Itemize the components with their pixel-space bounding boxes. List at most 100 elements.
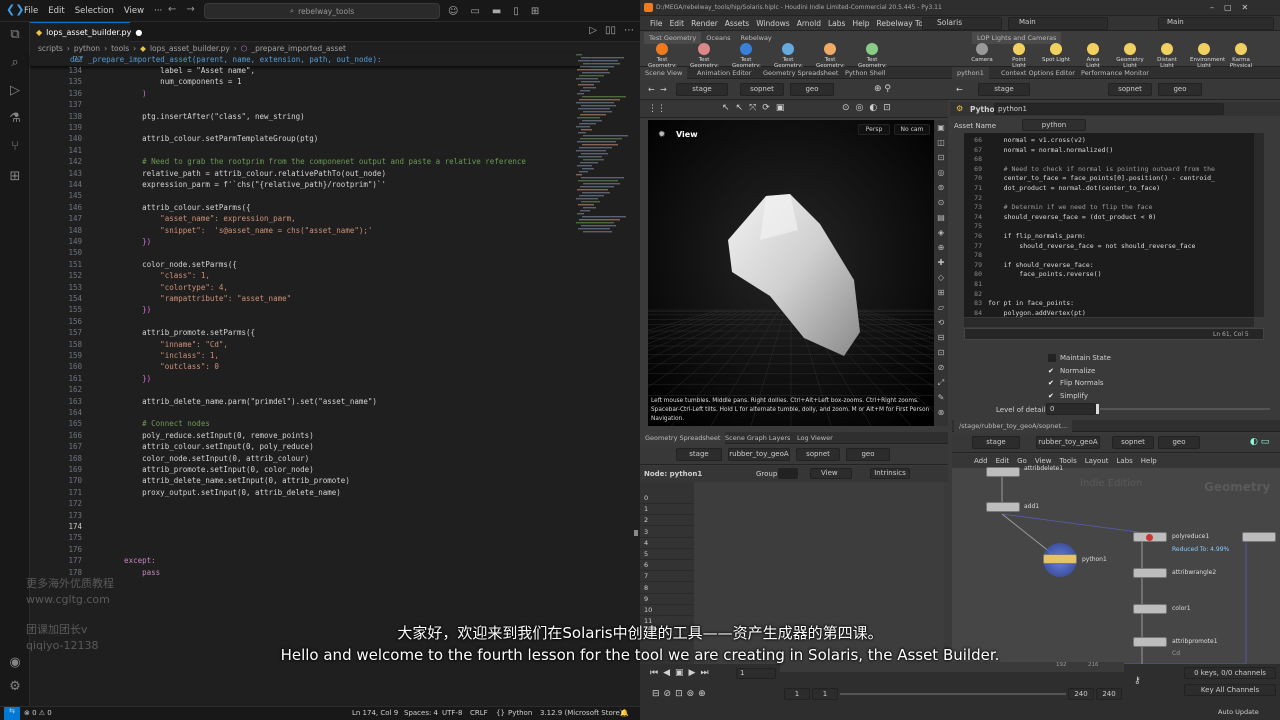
line-ending[interactable]: CRLF (470, 709, 488, 717)
keys-channels-field[interactable]: 0 keys, 0/0 channels (1184, 667, 1276, 679)
back-arrow-icon[interactable]: ← (648, 85, 655, 94)
path-geo[interactable]: geo (790, 83, 834, 96)
menu-item[interactable]: Help (852, 19, 869, 28)
code-editor[interactable]: 134 label = "Asset name", 135 num_compone… (30, 66, 590, 634)
search-icon[interactable]: ⌕ (6, 54, 24, 72)
scene-viewport[interactable]: ✹ View Persp No cam (648, 120, 934, 426)
braces-icon[interactable]: {} (496, 709, 505, 717)
sheet-row-index[interactable]: 3 (644, 528, 648, 536)
start-frame-field-2[interactable]: 1 (812, 688, 838, 700)
node-python1[interactable] (1043, 554, 1077, 564)
net-menu-item[interactable]: Edit (996, 457, 1010, 465)
command-center-search[interactable]: ⌕ rebelway_tools (204, 3, 440, 19)
tab-network-path[interactable]: /stage/rubber_toy_geoA/sopnet... (954, 420, 1073, 432)
extensions-icon[interactable]: ⊞ (6, 168, 24, 186)
explorer-icon[interactable]: ⧉ (6, 26, 24, 44)
menu-item[interactable]: Edit (670, 19, 685, 28)
tab-python1[interactable]: python1 (952, 67, 989, 79)
sheet-row-index[interactable]: 4 (644, 539, 648, 547)
node-output[interactable] (1242, 532, 1276, 542)
settings-gear-icon[interactable]: ⚙ (6, 678, 24, 696)
display-flag-icon[interactable] (1146, 534, 1153, 541)
path-sopnet[interactable]: sopnet (796, 448, 840, 461)
shelf-tool[interactable]: Area Light (1079, 43, 1107, 69)
path-geo[interactable]: geo (1158, 436, 1200, 449)
shelf-tool[interactable]: Point Light (1005, 43, 1033, 69)
path-rubber-toy[interactable]: rubber_toy_geoA (1036, 436, 1100, 449)
tab-animation-editor[interactable]: Animation Editor (692, 67, 756, 79)
menu-more[interactable]: ··· (154, 6, 162, 16)
sheet-row-index[interactable]: 10 (644, 606, 652, 614)
indentation[interactable]: Spaces: 4 (404, 709, 438, 717)
menu-file[interactable]: File (24, 6, 38, 16)
interpreter[interactable]: 3.12.9 (Microsoft Store) (540, 709, 623, 717)
tab-geometry-spreadsheet[interactable]: Geometry Spreadsheet (640, 432, 726, 444)
encoding[interactable]: UTF-8 (442, 709, 462, 717)
menu-selection[interactable]: Selection (75, 6, 114, 16)
sheet-row-index[interactable]: 7 (644, 572, 648, 580)
shelf-tool[interactable]: Camera (968, 43, 996, 63)
python-code-editor[interactable]: 66 normal = v1.cross(v2) 67 normal = norm… (964, 133, 1254, 317)
range-slider[interactable] (840, 693, 1066, 695)
path-stage[interactable]: stage (978, 83, 1030, 96)
sheet-row-index[interactable]: 1 (644, 505, 648, 513)
path-geo[interactable]: geo (846, 448, 890, 461)
tab-lops-asset-builder[interactable]: ◆ lops_asset_builder.py ● (30, 22, 142, 42)
tab-geometry-spreadsheet[interactable]: Geometry Spreadsheet (758, 67, 843, 79)
sheet-row-index[interactable]: 9 (644, 595, 648, 603)
node-attribdelete1[interactable] (986, 467, 1020, 477)
forward-arrow-icon[interactable]: → (186, 4, 194, 18)
node-name-field[interactable]: python1 (994, 103, 1224, 115)
problems-count[interactable]: ⊗ 0 ⚠ 0 (24, 709, 52, 717)
shelf-tool[interactable]: Spot Light (1042, 43, 1070, 63)
net-menu-item[interactable]: Layout (1085, 457, 1109, 465)
sticky-scroll[interactable]: 72 def _prepare_imported_asset(parent, n… (30, 54, 590, 66)
group-field[interactable] (778, 468, 798, 479)
language-mode[interactable]: Python (508, 709, 532, 717)
tab-log-viewer[interactable]: Log Viewer (792, 432, 838, 444)
checkbox[interactable]: ✔ (1048, 379, 1056, 387)
key-icon[interactable]: ⚷ (1134, 676, 1141, 686)
node-attribwrangle2[interactable] (1133, 568, 1167, 578)
slider-handle[interactable] (1096, 404, 1099, 414)
asset-name-field[interactable]: python (1022, 119, 1086, 131)
sheet-row-index[interactable]: 5 (644, 550, 648, 558)
shelf-tool[interactable]: Geometry Light (1116, 43, 1144, 69)
layout-icon[interactable]: ⊞ (531, 6, 539, 17)
sheet-row-index[interactable]: 8 (644, 584, 648, 592)
back-arrow-icon[interactable]: ← (956, 85, 963, 94)
breadcrumb-item[interactable]: lops_asset_builder.py (150, 44, 230, 53)
net-menu-item[interactable]: Add (974, 457, 988, 465)
path-sopnet[interactable]: sopnet (1108, 83, 1152, 96)
auto-update-button[interactable]: Auto Update (1218, 708, 1259, 716)
pin-icon[interactable]: ⊕ ⚲ (874, 84, 891, 94)
display-options-icon[interactable]: ⊙◎◐⊡ (842, 103, 897, 113)
unsaved-dot-icon[interactable]: ● (135, 28, 142, 37)
tab-context-options[interactable]: Context Options Editor (996, 67, 1080, 79)
view-dropdown[interactable]: View (810, 468, 852, 479)
tab-scene-view[interactable]: Scene View (640, 67, 688, 79)
menu-edit[interactable]: Edit (48, 6, 64, 16)
level-of-detail-field[interactable]: 0 (1046, 403, 1096, 415)
sheet-row-index[interactable]: 0 (644, 494, 648, 502)
frame-field[interactable]: 1 (736, 668, 776, 679)
intrinsics-dropdown[interactable]: Intrinsics (870, 468, 910, 479)
forward-arrow-icon[interactable]: → (660, 85, 667, 94)
start-frame-field[interactable]: 1 (784, 688, 810, 700)
menu-view[interactable]: View (124, 6, 144, 16)
breadcrumb-item[interactable]: python (74, 44, 100, 53)
checkbox[interactable]: ✔ (1048, 367, 1056, 375)
timeline-tools[interactable]: ⊟⊘⊡⊚⊕ (652, 689, 710, 699)
end-frame-field[interactable]: 240 (1068, 688, 1094, 700)
level-of-detail-slider[interactable] (1100, 408, 1270, 410)
panel-toggle-icon[interactable]: ▬ (492, 6, 501, 17)
menu-item[interactable]: Windows (756, 19, 789, 28)
menu-item[interactable]: Arnold (797, 19, 821, 28)
end-frame-field-2[interactable]: 240 (1096, 688, 1122, 700)
path-stage[interactable]: stage (676, 83, 728, 96)
key-all-channels-button[interactable]: Key All Channels (1184, 684, 1276, 696)
python-scrollbar[interactable] (1254, 133, 1264, 317)
net-menu-item[interactable]: Labs (1117, 457, 1133, 465)
minimap[interactable] (576, 54, 628, 234)
sheet-row-index[interactable]: 6 (644, 561, 648, 569)
